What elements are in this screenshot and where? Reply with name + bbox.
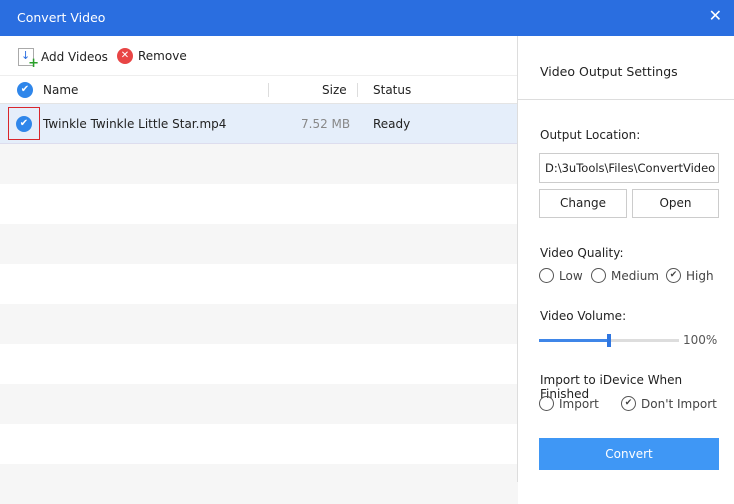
output-location-label: Output Location:: [540, 128, 641, 142]
file-status: Ready: [373, 117, 411, 131]
volume-fill: [539, 339, 609, 342]
output-settings-panel: Video Output Settings Output Location: D…: [517, 36, 734, 482]
select-all-checkbox[interactable]: ✔: [17, 82, 33, 98]
column-divider: [357, 83, 358, 97]
convert-button[interactable]: Convert: [539, 438, 719, 470]
empty-row: [0, 464, 518, 504]
quality-high-radio[interactable]: ✔ High: [666, 268, 714, 283]
column-size[interactable]: Size: [322, 76, 347, 104]
volume-value: 100%: [683, 333, 718, 347]
video-quality-label: Video Quality:: [540, 246, 624, 260]
file-name: Twinkle Twinkle Little Star.mp4: [43, 117, 227, 131]
add-file-icon: [18, 48, 39, 71]
radio-icon: [591, 268, 606, 283]
title-bar: Convert Video ✕: [0, 0, 734, 36]
divider: [518, 99, 734, 100]
radio-label: High: [686, 268, 714, 283]
add-videos-label: Add Videos: [41, 50, 108, 64]
radio-checked-icon: ✔: [621, 396, 636, 411]
column-status[interactable]: Status: [373, 76, 411, 104]
radio-icon: [539, 268, 554, 283]
remove-label: Remove: [138, 49, 187, 63]
remove-icon: ✕: [117, 48, 133, 64]
column-divider: [268, 83, 269, 97]
change-button[interactable]: Change: [539, 189, 627, 218]
output-location-field[interactable]: D:\3uTools\Files\ConvertVideo: [539, 153, 719, 183]
dont-import-radio[interactable]: ✔ Don't Import: [621, 396, 717, 411]
volume-slider[interactable]: [539, 334, 679, 347]
radio-label: Don't Import: [641, 396, 717, 411]
quality-medium-radio[interactable]: Medium: [591, 268, 659, 283]
empty-row: [0, 144, 518, 184]
video-list-panel: Add Videos ✕ Remove ✔ Name Size Status ✔…: [0, 36, 518, 504]
empty-row: [0, 384, 518, 424]
toolbar: Add Videos ✕ Remove: [0, 36, 518, 76]
add-videos-button[interactable]: Add Videos: [18, 48, 108, 71]
radio-label: Low: [559, 268, 583, 283]
remove-button[interactable]: ✕ Remove: [117, 48, 187, 64]
table-row[interactable]: ✔ Twinkle Twinkle Little Star.mp4 7.52 M…: [0, 104, 518, 144]
radio-icon: [539, 396, 554, 411]
file-size: 7.52 MB: [301, 117, 351, 131]
quality-low-radio[interactable]: Low: [539, 268, 583, 283]
open-button[interactable]: Open: [632, 189, 719, 218]
window-title: Convert Video: [17, 10, 106, 25]
radio-label: Medium: [611, 268, 659, 283]
row-checkbox[interactable]: ✔: [16, 116, 32, 132]
empty-row: [0, 224, 518, 264]
table-header: ✔ Name Size Status: [0, 76, 518, 104]
empty-row: [0, 304, 518, 344]
radio-label: Import: [559, 396, 599, 411]
radio-checked-icon: ✔: [666, 268, 681, 283]
volume-thumb[interactable]: [607, 334, 611, 347]
close-icon[interactable]: ✕: [709, 6, 722, 25]
video-volume-label: Video Volume:: [540, 309, 627, 323]
column-name[interactable]: Name: [43, 76, 78, 104]
import-radio[interactable]: Import: [539, 396, 599, 411]
settings-title: Video Output Settings: [540, 64, 678, 79]
